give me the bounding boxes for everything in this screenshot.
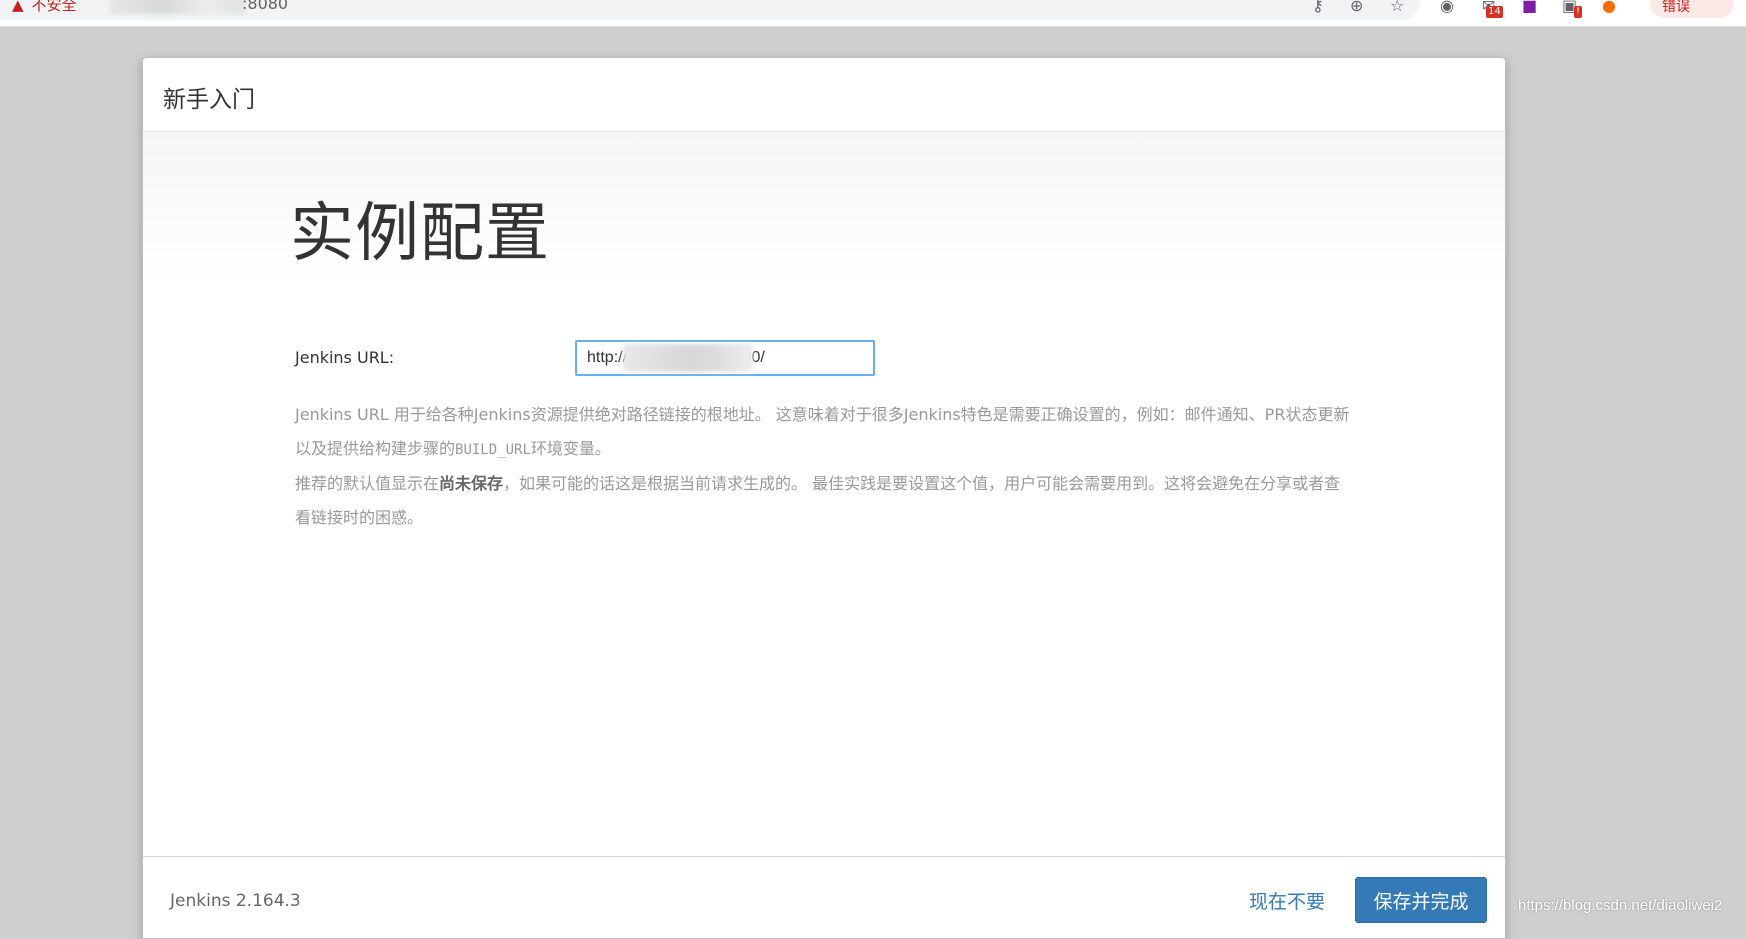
extension-rp-icon[interactable]: ■ — [1522, 0, 1537, 15]
watermark: https://blog.csdn.net/diaoliwei2 — [1518, 897, 1723, 914]
build-url-code: BUILD_URL — [455, 442, 531, 458]
dialog-title: 新手入门 — [163, 87, 255, 113]
help-bold-text: 尚未保存 — [439, 474, 504, 493]
skip-button[interactable]: 现在不要 — [1249, 887, 1325, 914]
jenkins-version: Jenkins 2.164.3 — [170, 891, 301, 911]
url-port: :8080 — [242, 0, 289, 13]
setup-dialog: 新手入门 实例配置 Jenkins URL: Jenkins URL 用于给各种… — [142, 57, 1506, 939]
help-text-1: Jenkins URL 用于给各种Jenkins资源提供绝对路径链接的根地址。 … — [295, 405, 1350, 458]
warning-icon: ▲ — [12, 0, 24, 14]
jenkins-url-input[interactable] — [575, 340, 875, 376]
browser-toolbar: ▲ 不安全 :8080 ⚷ ⊕ ☆ ◉ ✉ 14 ■ ▣ ! ● 错误 — [0, 0, 1746, 27]
extension-badge: 14 — [1486, 6, 1503, 18]
error-label: 错误 — [1662, 0, 1690, 15]
help-text-3: 推荐的默认值显示在 — [295, 474, 440, 493]
bookmark-star-icon[interactable]: ☆ — [1390, 0, 1404, 15]
dialog-header: 新手入门 — [143, 58, 1505, 132]
dialog-footer: Jenkins 2.164.3 现在不要 保存并完成 — [143, 856, 1505, 938]
blurred-host — [110, 0, 245, 14]
url-help-text: Jenkins URL 用于给各种Jenkins资源提供绝对路径链接的根地址。 … — [295, 398, 1355, 535]
security-indicator[interactable]: ▲ 不安全 — [12, 0, 77, 15]
profile-error-button[interactable]: 错误 — [1650, 0, 1734, 18]
dialog-body: 实例配置 Jenkins URL: Jenkins URL 用于给各种Jenki… — [143, 132, 1505, 912]
key-icon[interactable]: ⚷ — [1312, 0, 1324, 15]
jenkins-url-label: Jenkins URL: — [295, 348, 395, 367]
extension-orange-icon[interactable]: ● — [1602, 0, 1616, 15]
save-and-finish-button[interactable]: 保存并完成 — [1355, 877, 1487, 923]
extension-alert-badge: ! — [1574, 6, 1583, 18]
zoom-icon[interactable]: ⊕ — [1350, 0, 1363, 15]
security-label: 不安全 — [31, 0, 77, 14]
extension-icon[interactable]: ◉ — [1440, 0, 1454, 15]
help-text-2: 环境变量。 — [530, 439, 611, 458]
page-title: 实例配置 — [290, 197, 550, 271]
